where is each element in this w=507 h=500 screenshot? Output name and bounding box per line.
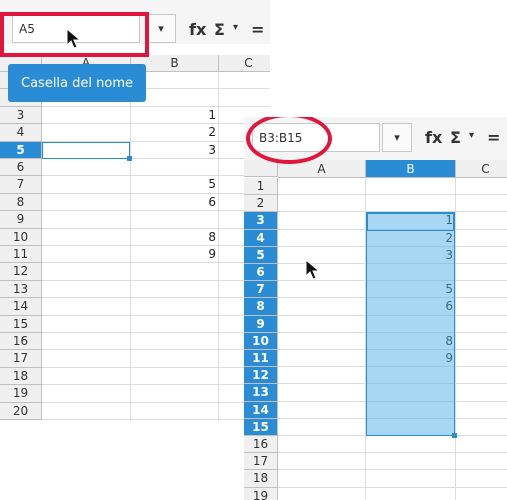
row-header-7[interactable]: 7 — [0, 176, 42, 194]
row-header-2[interactable]: 2 — [244, 195, 278, 213]
active-cell-outline[interactable] — [42, 141, 132, 161]
name-box-dropdown[interactable]: ▾ — [146, 14, 176, 43]
row-gridline — [42, 314, 270, 316]
cell-b10[interactable]: 8 — [131, 229, 216, 246]
row-gridline — [42, 401, 270, 403]
sum-dropdown-icon[interactable]: ▾ — [233, 22, 238, 33]
row-gridline — [42, 366, 270, 368]
row-gridline — [42, 384, 270, 386]
name-box-tooltip: Casella del nome — [8, 64, 146, 102]
tooltip-text: Casella del nome — [21, 75, 133, 91]
row-gridline — [42, 297, 270, 299]
row-gridline — [42, 279, 270, 281]
row-header-4[interactable]: 4 — [0, 124, 42, 142]
sum-dropdown-icon[interactable]: ▾ — [469, 130, 474, 141]
cell-b8[interactable]: 6 — [131, 194, 216, 211]
fx-icon[interactable]: fx — [425, 128, 442, 148]
row-header-13[interactable]: 13 — [244, 384, 278, 402]
row-header-1[interactable]: 1 — [244, 178, 278, 196]
row-header-8[interactable]: 8 — [0, 193, 42, 212]
row-header-19[interactable]: 19 — [0, 385, 42, 403]
sheet-grid[interactable]: ABC123142536758691081191213141516171819 — [244, 160, 507, 500]
row-gridline — [278, 194, 507, 196]
right-spreadsheet: B3:B15 ▾ fx Σ ▾ = ABC1231425367586910811… — [244, 117, 507, 500]
row-header-19[interactable]: 19 — [244, 487, 278, 500]
row-gridline — [42, 419, 270, 420]
equals-icon[interactable]: = — [487, 128, 500, 148]
chevron-down-icon: ▾ — [394, 131, 400, 144]
row-header-15[interactable]: 15 — [244, 418, 278, 436]
fx-icon[interactable]: fx — [189, 20, 206, 40]
row-header-12[interactable]: 12 — [244, 367, 278, 385]
row-header-11[interactable]: 11 — [244, 350, 278, 368]
column-header-c[interactable]: C — [219, 55, 270, 72]
chevron-down-icon: ▾ — [158, 22, 164, 35]
sum-icon[interactable]: Σ — [214, 20, 225, 40]
row-header-17[interactable]: 17 — [0, 350, 42, 368]
fill-handle[interactable] — [452, 432, 457, 438]
row-gridline — [278, 452, 507, 454]
row-header-16[interactable]: 16 — [244, 436, 278, 454]
row-header-10[interactable]: 10 — [0, 228, 42, 246]
row-header-9[interactable]: 9 — [244, 315, 278, 333]
cell-b3[interactable]: 1 — [131, 107, 216, 124]
column-gridline — [130, 72, 131, 420]
row-header-6[interactable]: 6 — [244, 264, 278, 282]
row-header-6[interactable]: 6 — [0, 159, 42, 177]
cell-b7[interactable]: 5 — [131, 176, 216, 193]
fill-handle[interactable] — [127, 155, 132, 161]
cell-b11[interactable]: 9 — [131, 246, 216, 263]
row-header-12[interactable]: 12 — [0, 263, 42, 281]
row-gridline — [42, 349, 270, 351]
row-header-5[interactable]: 5 — [0, 141, 42, 159]
row-header-9[interactable]: 9 — [0, 211, 42, 229]
row-header-14[interactable]: 14 — [244, 401, 278, 419]
column-gridline — [455, 178, 456, 500]
row-header-5[interactable]: 5 — [244, 246, 278, 264]
row-header-3[interactable]: 3 — [244, 212, 278, 230]
column-gridline — [218, 72, 219, 420]
sheet-grid[interactable]: ABC1231425367586910811912131415161718192… — [0, 55, 270, 421]
row-header-3[interactable]: 3 — [0, 106, 42, 125]
row-gridline — [278, 469, 507, 471]
row-header-20[interactable]: 20 — [0, 402, 42, 420]
column-header-c[interactable]: C — [456, 160, 507, 178]
row-header-16[interactable]: 16 — [0, 333, 42, 351]
row-header-14[interactable]: 14 — [0, 298, 42, 316]
name-box-dropdown[interactable]: ▾ — [382, 123, 412, 152]
row-gridline — [42, 332, 270, 333]
row-header-7[interactable]: 7 — [244, 281, 278, 299]
row-gridline — [278, 486, 507, 488]
row-header-10[interactable]: 10 — [244, 332, 278, 350]
row-header-8[interactable]: 8 — [244, 298, 278, 316]
row-header-11[interactable]: 11 — [0, 246, 42, 264]
select-all-corner[interactable] — [244, 160, 278, 177]
row-header-13[interactable]: 13 — [0, 280, 42, 299]
selected-range[interactable] — [366, 212, 457, 438]
mouse-pointer-icon — [66, 28, 82, 49]
left-spreadsheet: A5 ▾ fx Σ ▾ = ABC12314253675869108119121… — [0, 0, 270, 421]
cell-b5[interactable]: 3 — [131, 142, 216, 159]
column-header-b[interactable]: B — [366, 160, 456, 178]
row-header-18[interactable]: 18 — [244, 470, 278, 488]
mouse-pointer-icon — [305, 259, 321, 280]
active-cell-outline — [367, 213, 454, 231]
sum-icon[interactable]: Σ — [450, 128, 461, 148]
row-header-18[interactable]: 18 — [0, 367, 42, 386]
row-header-4[interactable]: 4 — [244, 229, 278, 247]
row-header-15[interactable]: 15 — [0, 315, 42, 333]
row-header-17[interactable]: 17 — [244, 453, 278, 471]
cell-b4[interactable]: 2 — [131, 124, 216, 141]
equals-icon[interactable]: = — [251, 20, 264, 40]
